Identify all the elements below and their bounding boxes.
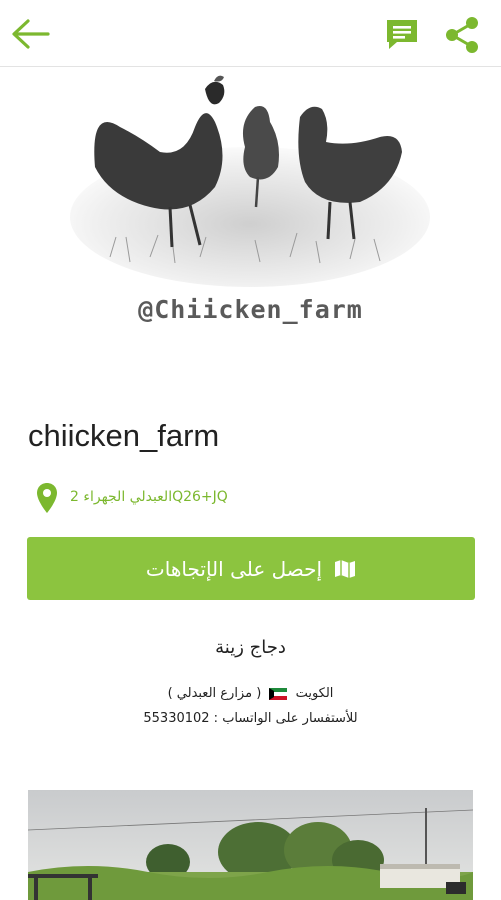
chickens-sketch-image — [70, 75, 430, 287]
description-country: الكويت — [295, 686, 334, 701]
comment-button[interactable] — [382, 17, 422, 53]
kuwait-flag-icon — [269, 687, 288, 700]
description-title: دجاج زينة — [215, 637, 286, 658]
share-icon — [446, 17, 478, 53]
farm-photo[interactable] — [28, 790, 473, 900]
arrow-left-icon — [12, 19, 50, 49]
description-line-1: الكويت ( مزارع العبدلي ) — [0, 686, 501, 701]
get-directions-button[interactable]: إحصل على الإتجاهات — [27, 537, 475, 600]
farm-photo-image — [28, 790, 473, 900]
location-row[interactable]: العبدلي الجهراء 2Q26+JQ — [32, 480, 472, 516]
hero-caption: @Chiicken_farm — [138, 295, 363, 324]
location-text: العبدلي الجهراء 2Q26+JQ — [70, 489, 228, 505]
top-app-bar — [0, 0, 501, 67]
map-pin-icon — [37, 483, 57, 513]
hero-image: @Chiicken_farm — [0, 67, 501, 397]
share-button[interactable] — [440, 14, 484, 54]
place-title: chiicken_farm — [28, 418, 220, 453]
get-directions-label: إحصل على الإتجاهات — [145, 556, 323, 581]
back-button[interactable] — [8, 14, 52, 54]
description-farm: ( مزارع العبدلي ) — [167, 686, 262, 701]
map-icon — [335, 559, 356, 578]
comment-icon — [387, 20, 417, 49]
description-line-2: للأستفسار على الواتساب : 55330102 — [143, 711, 358, 726]
